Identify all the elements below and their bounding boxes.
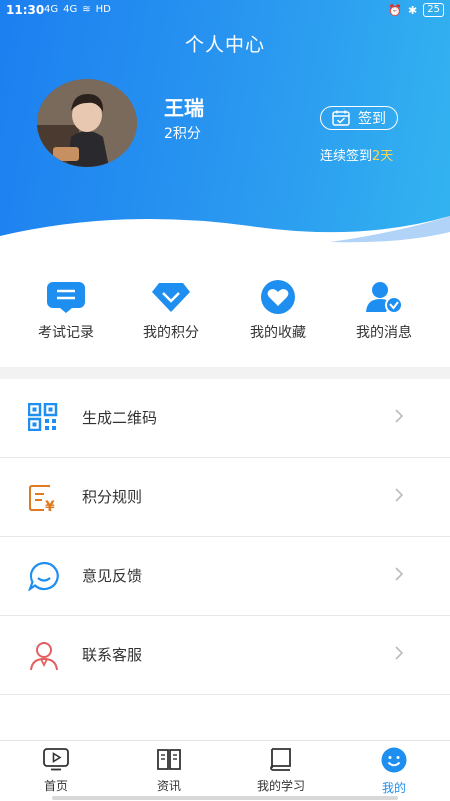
qr-code-icon bbox=[28, 403, 58, 431]
chevron-right-icon bbox=[395, 567, 404, 581]
quick-actions: 考试记录 我的积分 我的收藏 我的消息 bbox=[0, 280, 450, 350]
diamond-icon bbox=[152, 283, 190, 312]
feedback-icon bbox=[28, 561, 59, 591]
battery-level: 25 bbox=[423, 3, 444, 17]
streak-prefix: 连续签到 bbox=[320, 149, 373, 164]
menu-item-label: 联系客服 bbox=[82, 646, 143, 664]
tab-label: 我的 bbox=[381, 781, 406, 795]
avatar[interactable] bbox=[37, 79, 137, 167]
alarm-icon: ⏰ bbox=[388, 3, 403, 17]
menu-item-qr-code[interactable]: 生成二维码 bbox=[0, 379, 450, 458]
svg-text:¥: ¥ bbox=[45, 499, 55, 512]
sign-in-streak: 连续签到2天 bbox=[320, 145, 393, 164]
user-points: 2积分 bbox=[164, 126, 201, 142]
tab-my-learning[interactable]: 我的学习 bbox=[236, 747, 326, 794]
user-name: 王瑞 bbox=[164, 96, 204, 120]
menu-item-label: 生成二维码 bbox=[82, 409, 158, 427]
chevron-right-icon bbox=[395, 488, 404, 502]
heart-icon bbox=[261, 280, 295, 314]
quick-action-favorites[interactable]: 我的收藏 bbox=[228, 280, 328, 342]
streak-days: 2天 bbox=[372, 149, 394, 164]
quick-action-exam-record[interactable]: 考试记录 bbox=[16, 280, 116, 342]
profile-header: 11:30 4G 4G ≋ HD ⏰ ✱ 25 个人中心 王瑞 2积分 签到 连… bbox=[0, 0, 450, 262]
chevron-right-icon bbox=[395, 646, 404, 660]
exam-record-icon bbox=[47, 282, 85, 313]
avatar-image bbox=[37, 79, 137, 167]
tab-mine[interactable]: 我的 bbox=[349, 747, 439, 796]
menu-item-label: 意见反馈 bbox=[82, 567, 143, 585]
menu-item-points-rules[interactable]: ¥ 积分规则 bbox=[0, 458, 450, 537]
menu-item-customer-service[interactable]: 联系客服 bbox=[0, 616, 450, 695]
quick-action-label: 我的积分 bbox=[143, 325, 199, 341]
quick-action-label: 我的消息 bbox=[356, 325, 412, 341]
tab-home[interactable]: 首页 bbox=[11, 747, 101, 794]
menu-item-feedback[interactable]: 意见反馈 bbox=[0, 537, 450, 616]
header-wave bbox=[0, 216, 450, 262]
sign-in-label: 签到 bbox=[358, 111, 386, 127]
menu-item-label: 积分规则 bbox=[82, 488, 143, 506]
bluetooth-icon: ✱ bbox=[408, 3, 418, 17]
quick-action-label: 考试记录 bbox=[38, 325, 94, 341]
points-rule-icon: ¥ bbox=[29, 485, 55, 512]
smiley-icon bbox=[381, 747, 407, 773]
hd-label: HD bbox=[95, 4, 111, 15]
sign-in-button[interactable]: 签到 bbox=[320, 106, 398, 130]
tab-label: 我的学习 bbox=[256, 779, 305, 793]
network-label-2: 4G bbox=[63, 4, 78, 15]
signal-indicators: 4G 4G ≋ HD bbox=[44, 4, 111, 15]
quick-action-label: 我的收藏 bbox=[250, 325, 306, 341]
customer-service-icon bbox=[30, 642, 58, 671]
book-open-icon bbox=[157, 749, 181, 770]
tab-news[interactable]: 资讯 bbox=[124, 747, 214, 794]
wifi-icon: ≋ bbox=[82, 4, 91, 15]
quick-action-messages[interactable]: 我的消息 bbox=[334, 280, 434, 342]
tab-label: 首页 bbox=[43, 779, 68, 793]
network-label-1: 4G bbox=[44, 4, 59, 15]
status-bar: 11:30 4G 4G ≋ HD ⏰ ✱ 25 bbox=[0, 0, 450, 22]
bottom-tab-bar: 首页 资讯 我的学习 我的 bbox=[0, 740, 450, 801]
book-icon bbox=[270, 748, 291, 771]
page-title: 个人中心 bbox=[184, 34, 265, 56]
chevron-right-icon bbox=[395, 409, 404, 423]
play-icon bbox=[43, 748, 69, 771]
tab-label: 资讯 bbox=[156, 779, 181, 793]
status-time: 11:30 bbox=[6, 3, 45, 17]
home-indicator bbox=[52, 796, 398, 800]
calendar-check-icon bbox=[332, 110, 350, 126]
quick-action-my-points[interactable]: 我的积分 bbox=[121, 280, 221, 342]
user-check-icon bbox=[366, 282, 403, 314]
section-divider bbox=[0, 367, 450, 379]
status-right: ⏰ ✱ 25 bbox=[388, 3, 444, 17]
